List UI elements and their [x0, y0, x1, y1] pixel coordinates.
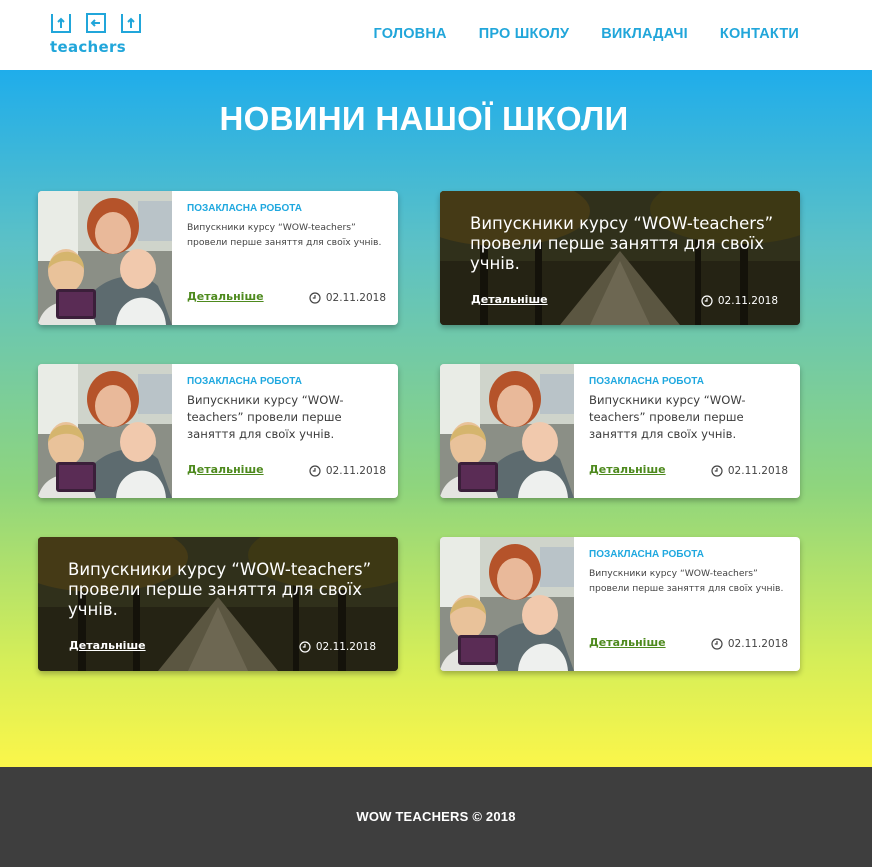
news-photo	[38, 364, 172, 498]
news-text: Випускники курсу “WOW-teachers” провели …	[589, 393, 746, 441]
news-date-text: 02.11.2018	[727, 465, 788, 477]
news-date: 02.11.2018	[711, 465, 788, 477]
nav-about[interactable]: ПРО ШКОЛУ	[479, 26, 570, 42]
news-card: ПОЗАКЛАСНА РОБОТА Випускники курсу “WOW-…	[440, 537, 800, 671]
news-section: НОВИНИ НАШОЇ ШКОЛИ ПОЗАКЛАСНА РОБОТА Вип…	[0, 70, 872, 767]
news-date: 02.11.2018	[701, 295, 778, 307]
news-category[interactable]: ПОЗАКЛАСНА РОБОТА	[187, 203, 386, 214]
news-text: Випускники курсу “WOW-teachers” провели …	[187, 222, 382, 248]
logo-box-icon	[50, 12, 72, 34]
site-header: teachers ГОЛОВНА ПРО ШКОЛУ ВИКЛАДАЧІ КОН…	[0, 0, 872, 70]
read-more-link[interactable]: Детальніше	[187, 463, 264, 476]
read-more-link[interactable]: Детальніше	[187, 290, 264, 303]
news-photo	[440, 364, 574, 498]
news-category[interactable]: ПОЗАКЛАСНА РОБОТА	[589, 376, 788, 387]
read-more-link[interactable]: Детальніше	[589, 463, 666, 476]
logo-box-icon	[120, 12, 142, 34]
page-title: НОВИНИ НАШОЇ ШКОЛИ	[219, 100, 629, 137]
copyright-text: WOW TEACHERS © 2018	[356, 809, 516, 824]
main-nav: ГОЛОВНА ПРО ШКОЛУ ВИКЛАДАЧІ КОНТАКТИ	[373, 26, 799, 42]
news-date-text: 02.11.2018	[315, 641, 376, 653]
news-text: Випускники курсу “WOW-teachers” провели …	[589, 568, 784, 594]
news-date: 02.11.2018	[309, 465, 386, 477]
news-banner-text: Випускники курсу “WOW-teachers” провели …	[68, 560, 372, 619]
clock-icon	[299, 641, 311, 653]
site-logo[interactable]: teachers	[50, 12, 142, 60]
logo-icons	[50, 12, 142, 34]
news-card: ПОЗАКЛАСНА РОБОТА Випускники курсу “WOW-…	[440, 364, 800, 498]
news-date-text: 02.11.2018	[727, 638, 788, 650]
clock-icon	[701, 295, 713, 307]
news-banner-card: Випускники курсу “WOW-teachers” провели …	[38, 537, 398, 671]
news-date-text: 02.11.2018	[325, 465, 386, 477]
nav-contacts[interactable]: КОНТАКТИ	[720, 26, 799, 42]
read-more-link[interactable]: Детальніше	[589, 636, 666, 649]
news-text: Випускники курсу “WOW-teachers” провели …	[187, 393, 344, 441]
news-date: 02.11.2018	[309, 292, 386, 304]
news-card: ПОЗАКЛАСНА РОБОТА Випускники курсу “WOW-…	[38, 364, 398, 498]
news-photo	[440, 537, 574, 671]
news-date-text: 02.11.2018	[325, 292, 386, 304]
news-banner-card: Випускники курсу “WOW-teachers” провели …	[440, 191, 800, 325]
clock-icon	[309, 292, 321, 304]
read-more-link[interactable]: Детальніше	[471, 293, 548, 306]
news-card: ПОЗАКЛАСНА РОБОТА Випускники курсу “WOW-…	[38, 191, 398, 325]
clock-icon	[309, 465, 321, 477]
news-banner-text: Випускники курсу “WOW-teachers” провели …	[470, 214, 774, 273]
read-more-link[interactable]: Детальніше	[69, 639, 146, 652]
clock-icon	[711, 465, 723, 477]
logo-text: teachers	[50, 38, 126, 56]
site-footer: WOW TEACHERS © 2018	[0, 767, 872, 867]
news-date-text: 02.11.2018	[717, 295, 778, 307]
nav-teachers[interactable]: ВИКЛАДАЧІ	[601, 26, 688, 42]
news-category[interactable]: ПОЗАКЛАСНА РОБОТА	[589, 549, 788, 560]
news-photo	[38, 191, 172, 325]
news-date: 02.11.2018	[711, 638, 788, 650]
logo-box-icon	[85, 12, 107, 34]
clock-icon	[711, 638, 723, 650]
nav-home[interactable]: ГОЛОВНА	[373, 26, 446, 42]
news-category[interactable]: ПОЗАКЛАСНА РОБОТА	[187, 376, 386, 387]
news-date: 02.11.2018	[299, 641, 376, 653]
